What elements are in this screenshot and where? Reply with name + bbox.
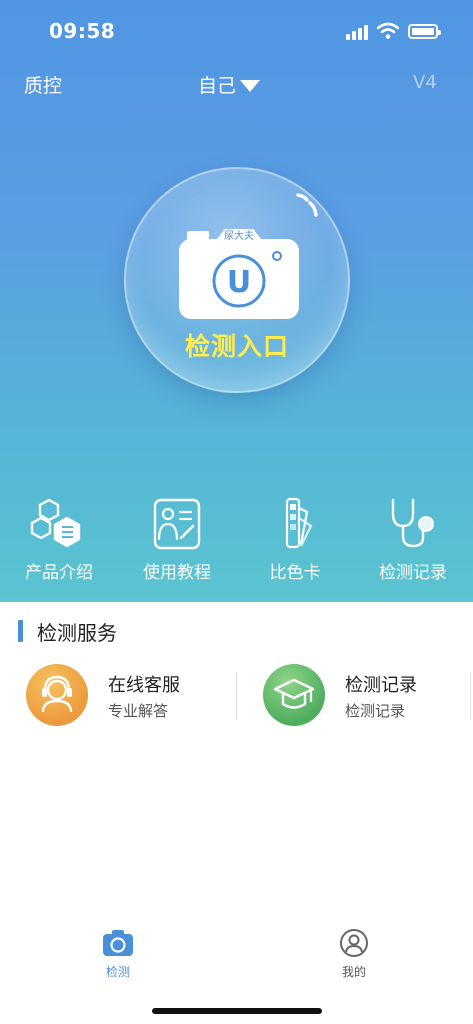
service-title: 检测记录 <box>345 675 417 696</box>
status-time: 09:58 <box>49 19 116 43</box>
cellular-signal-icon <box>346 24 368 40</box>
feature-label: 使用教程 <box>143 563 211 583</box>
agent-headset-icon <box>26 664 88 726</box>
feature-label: 检测记录 <box>379 563 447 583</box>
service-title: 在线客服 <box>108 675 180 696</box>
stethoscope-icon <box>391 498 434 548</box>
color-swatch-icon <box>285 497 313 549</box>
battery-icon <box>408 24 441 39</box>
feature-tutorial[interactable]: 使用教程 <box>122 496 232 583</box>
divider <box>470 672 471 720</box>
hexagon-list-icon <box>30 498 81 548</box>
version-label: V4 <box>413 72 437 93</box>
camera-logo-letter: U <box>227 265 251 300</box>
service-subtitle: 检测记录 <box>345 702 406 720</box>
graduation-cap-icon <box>263 664 325 726</box>
camera-badge-text: 尿大夫 <box>224 229 254 242</box>
bubble-shine-icon <box>296 193 318 217</box>
feature-product-intro[interactable]: 产品介绍 <box>4 496 114 583</box>
tab-label: 检测 <box>105 965 130 979</box>
feature-label: 比色卡 <box>269 563 321 583</box>
quality-control-link[interactable]: 质控 <box>24 71 62 98</box>
caret-down-icon <box>240 79 261 92</box>
camera-icon <box>103 930 133 956</box>
profile-selector[interactable]: 自己 <box>198 71 261 98</box>
wifi-icon <box>377 22 399 39</box>
tab-label: 我的 <box>341 965 366 979</box>
feature-detection-records[interactable]: 检测记录 <box>358 496 468 583</box>
section-title: 检测服务 <box>37 621 117 645</box>
camera-icon: 尿大夫 U <box>179 229 299 319</box>
detection-entry-label: 检测入口 <box>184 332 289 361</box>
user-icon <box>340 929 368 957</box>
divider <box>236 672 237 720</box>
tab-mine[interactable]: 我的 <box>324 928 384 980</box>
service-online-support[interactable]: 在线客服 专业解答 <box>26 664 226 726</box>
service-subtitle: 专业解答 <box>108 702 169 720</box>
section-marker <box>18 620 23 642</box>
tab-detect[interactable]: 检测 <box>88 928 148 980</box>
service-detection-records[interactable]: 检测记录 检测记录 <box>263 664 453 726</box>
home-indicator <box>152 1008 322 1014</box>
tutorial-card-icon <box>153 498 201 550</box>
detection-entry-button[interactable]: 尿大夫 U 检测入口 <box>124 167 350 393</box>
feature-color-card[interactable]: 比色卡 <box>240 496 350 583</box>
profile-selector-label: 自己 <box>198 75 237 97</box>
feature-label: 产品介绍 <box>25 563 93 583</box>
